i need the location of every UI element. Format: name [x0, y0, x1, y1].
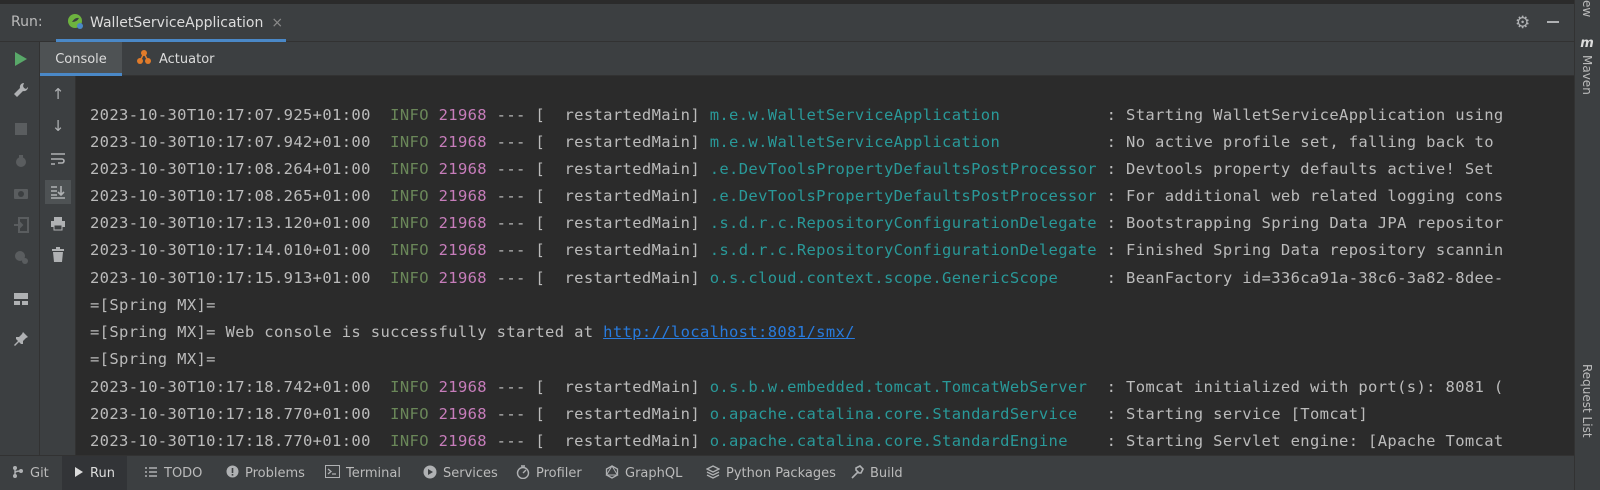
console-sub-tabs: Console Actuator [40, 42, 1574, 76]
sidebar-tab-partial[interactable]: ew [1580, 0, 1594, 17]
tool-tab-label: GraphQL [625, 466, 683, 481]
console-toolbar: ↑ ↓ [40, 76, 76, 455]
tool-tab-python-packages[interactable]: Python Packages [705, 456, 836, 490]
tool-tab-run[interactable]: Run [62, 456, 127, 490]
tool-tab-label: Profiler [536, 466, 582, 481]
spring-boot-icon [66, 12, 84, 34]
tool-tab-label: Run [90, 466, 115, 481]
log-line: =[Spring MX]= Web console is successfull… [90, 323, 855, 341]
log-line: =[Spring MX]= [90, 296, 216, 314]
log-line: 2023-10-30T10:17:08.264+01:00 INFO 21968… [90, 160, 1494, 178]
graphql-icon [605, 464, 619, 483]
pin-icon[interactable] [12, 330, 30, 348]
tool-tab-todo[interactable]: TODO [144, 456, 202, 490]
tool-tab-git[interactable]: Git [12, 456, 49, 490]
services-icon [423, 465, 437, 483]
close-icon[interactable]: × [271, 15, 283, 31]
log-line: 2023-10-30T10:17:08.265+01:00 INFO 21968… [90, 187, 1504, 205]
arrow-up-icon[interactable]: ↑ [48, 84, 68, 104]
build-icon [850, 464, 864, 483]
log-line: 2023-10-30T10:17:18.742+01:00 INFO 21968… [90, 378, 1504, 396]
run-label: Run: [11, 14, 43, 30]
tool-tab-terminal[interactable]: Terminal [325, 456, 401, 490]
run-tab-title: WalletServiceApplication [90, 15, 264, 31]
wrench-icon[interactable] [12, 81, 30, 99]
debug-icon[interactable] [12, 152, 30, 170]
sidebar-tab-maven[interactable]: m Maven [1580, 36, 1594, 95]
log-line: 2023-10-30T10:17:07.942+01:00 INFO 21968… [90, 133, 1494, 151]
console-output[interactable]: 2023-10-30T10:17:07.925+01:00 INFO 21968… [76, 76, 1574, 455]
sidebar-item-label: Maven [1580, 55, 1594, 95]
tool-tab-label: Terminal [346, 466, 401, 481]
stop-icon[interactable] [12, 120, 30, 138]
tool-tab-services[interactable]: Services [423, 456, 498, 490]
tab-actuator-label: Actuator [159, 51, 215, 67]
tool-tab-label: Python Packages [726, 466, 836, 481]
run-left-toolbar [0, 42, 40, 455]
terminal-icon [325, 465, 340, 482]
actuator-icon [136, 49, 152, 69]
tool-tab-label: Build [870, 466, 903, 481]
tool-tab-label: Services [443, 466, 498, 481]
tool-tab-label: Git [30, 466, 49, 481]
layout-icon[interactable] [12, 290, 30, 308]
scroll-to-end-icon[interactable] [45, 180, 71, 204]
tab-actuator[interactable]: Actuator [136, 42, 215, 76]
profiler-icon [516, 464, 530, 483]
hide-icon[interactable] [1545, 13, 1561, 31]
log-line: 2023-10-30T10:17:15.913+01:00 INFO 21968… [90, 269, 1504, 287]
log-line: 2023-10-30T10:17:14.010+01:00 INFO 21968… [90, 241, 1504, 259]
sidebar-tab-request-list[interactable]: Request List [1580, 364, 1594, 438]
print-icon[interactable] [48, 213, 68, 233]
coverage-icon[interactable] [12, 248, 30, 266]
arrow-down-icon[interactable]: ↓ [48, 116, 68, 136]
log-line: 2023-10-30T10:17:18.770+01:00 INFO 21968… [90, 432, 1504, 450]
problems-icon [226, 465, 239, 482]
log-line: 2023-10-30T10:17:07.925+01:00 INFO 21968… [90, 106, 1504, 124]
git-icon [12, 465, 24, 483]
tool-tab-label: Problems [245, 466, 305, 481]
console-link[interactable]: http://localhost:8081/smx/ [603, 323, 855, 341]
tool-tab-build[interactable]: Build [850, 456, 903, 490]
run-tool-window-header: Run: WalletServiceApplication × ⚙ [0, 4, 1574, 42]
log-line: 2023-10-30T10:17:18.770+01:00 INFO 21968… [90, 405, 1369, 423]
run-icon [74, 466, 84, 482]
trash-icon[interactable] [48, 245, 68, 265]
tab-console-label: Console [55, 51, 107, 67]
tool-tab-label: TODO [164, 466, 203, 481]
tool-tab-profiler[interactable]: Profiler [516, 456, 582, 490]
log-line: 2023-10-30T10:17:13.120+01:00 INFO 21968… [90, 214, 1504, 232]
python-packages-icon [705, 464, 721, 483]
rerun-icon[interactable] [12, 50, 30, 68]
run-config-tab[interactable]: WalletServiceApplication × [56, 4, 286, 42]
gear-icon[interactable]: ⚙ [1515, 13, 1530, 33]
tool-tab-problems[interactable]: Problems [226, 456, 305, 490]
tab-console[interactable]: Console [40, 42, 122, 76]
bottom-tool-window-bar: Git Run TODO Problems Terminal Services … [0, 455, 1574, 490]
tool-tab-graphql[interactable]: GraphQL [605, 456, 682, 490]
camera-icon[interactable] [12, 184, 30, 202]
soft-wrap-icon[interactable] [48, 149, 68, 169]
right-tool-stripe: ew m Maven Request List [1574, 0, 1600, 490]
maven-icon: m [1580, 36, 1594, 51]
login-icon[interactable] [12, 216, 30, 234]
log-line: =[Spring MX]= [90, 350, 216, 368]
todo-icon [144, 466, 158, 482]
